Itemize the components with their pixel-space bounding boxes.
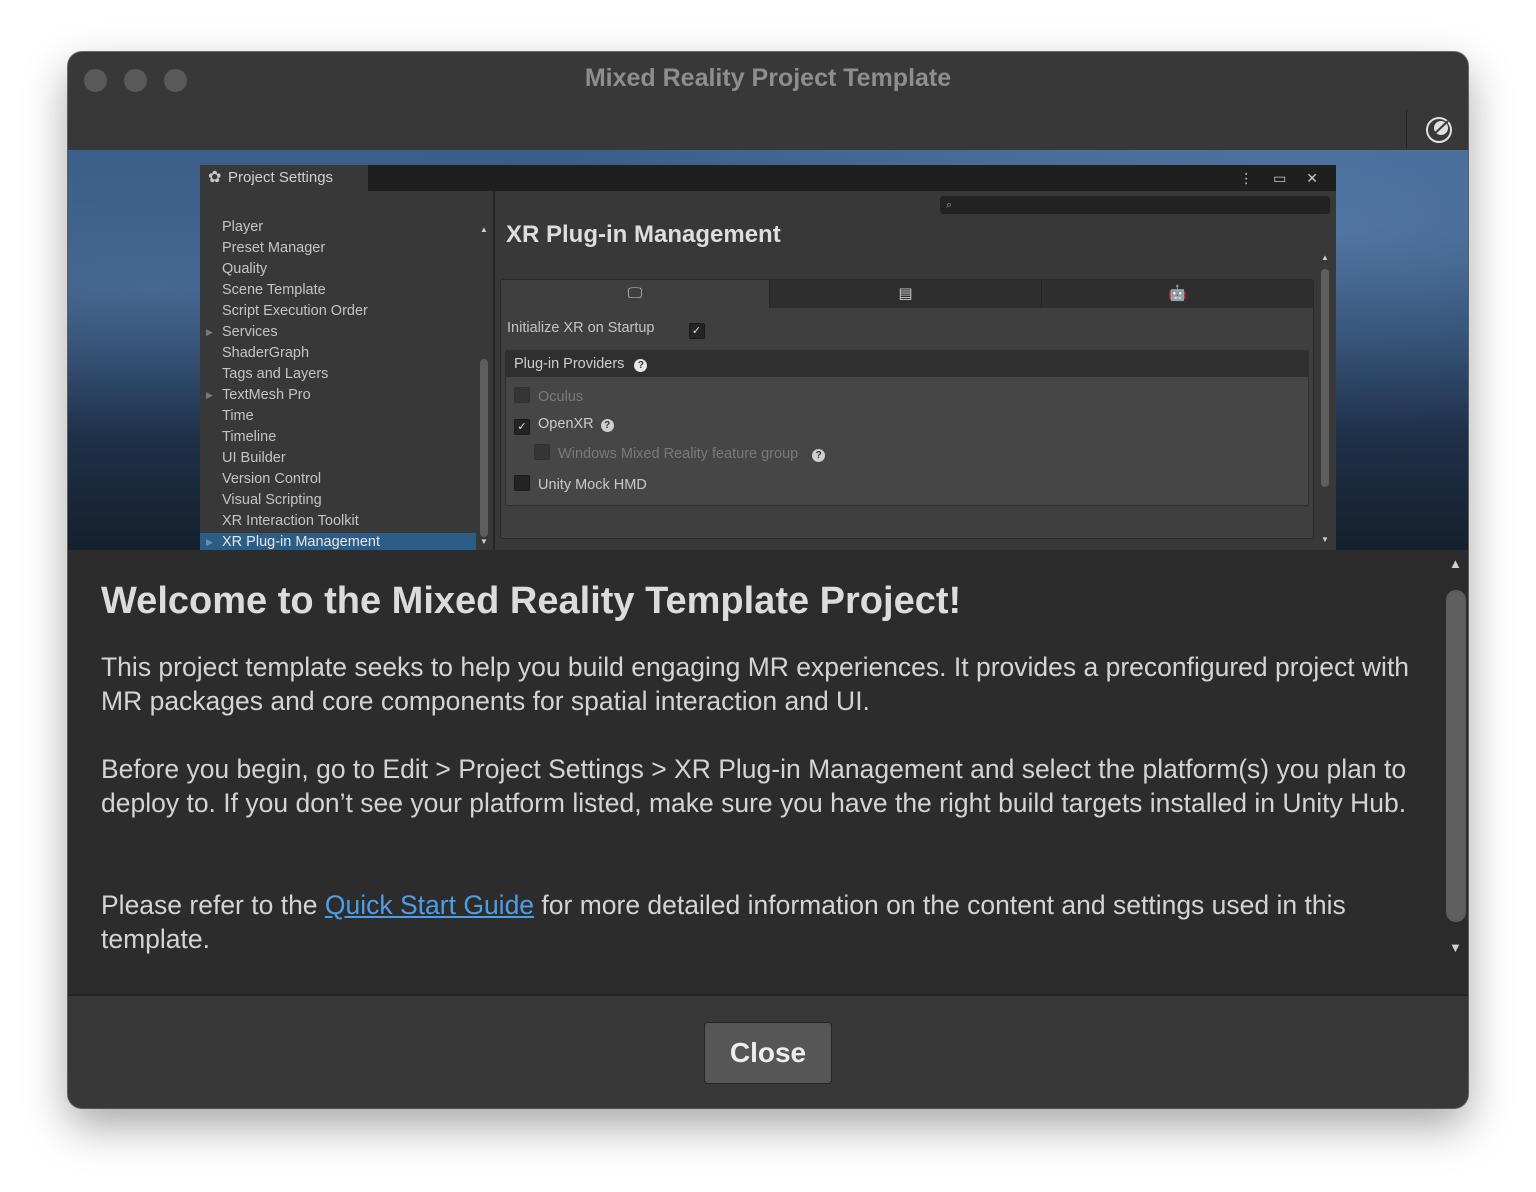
project-settings-tab-bar: ✿ Project Settings ⋮ ▭ ✕ bbox=[200, 165, 1336, 191]
dialog-footer: Close bbox=[68, 994, 1468, 1108]
initialize-xr-row: Initialize XR on Startup ✓ bbox=[507, 320, 705, 339]
oculus-label: Oculus bbox=[538, 389, 584, 405]
welcome-heading: Welcome to the Mixed Reality Template Pr… bbox=[101, 580, 962, 622]
desktop-platform-icon: 🖵 bbox=[501, 280, 770, 308]
platform-settings-panel: 🖵 ▤ 🤖 Initialize XR on Startup ✓ Plug-in… bbox=[500, 279, 1314, 539]
mock-hmd-checkbox bbox=[514, 475, 530, 491]
openxr-checkbox: ✓ bbox=[514, 419, 530, 435]
nav-scrollbar: ▲ ▼ bbox=[478, 225, 490, 550]
gear-icon: ✿ bbox=[208, 169, 222, 186]
search-icon: ⌕ bbox=[946, 199, 953, 211]
setup-paragraph: Before you begin, go to Edit > Project S… bbox=[101, 754, 1407, 818]
nav-item: Player bbox=[222, 219, 264, 235]
settings-scroll-thumb bbox=[1321, 269, 1329, 487]
scroll-down-icon: ▼ bbox=[1321, 535, 1329, 544]
plugin-providers-header: Plug-in Providers ? bbox=[506, 351, 1308, 377]
content-scroll-thumb[interactable] bbox=[1446, 590, 1466, 922]
scroll-up-icon: ▲ bbox=[1321, 253, 1329, 262]
overlay-toggle-icon[interactable] bbox=[1424, 115, 1454, 145]
windows-mr-checkbox bbox=[534, 444, 550, 460]
hero-screenshot: ✿ Project Settings ⋮ ▭ ✕ ⌕ Player Preset… bbox=[68, 150, 1468, 550]
initialize-xr-label: Initialize XR on Startup bbox=[507, 320, 655, 336]
help-icon: ? bbox=[600, 419, 614, 432]
expand-arrow-icon: ▶ bbox=[206, 390, 213, 400]
nav-item: Tags and Layers bbox=[222, 366, 329, 382]
initialize-xr-checkbox: ✓ bbox=[688, 323, 705, 339]
scroll-up-icon: ▲ bbox=[480, 225, 488, 234]
intro-paragraph: This project template seeks to help you … bbox=[101, 652, 1410, 716]
quick-start-guide-link[interactable]: Quick Start Guide bbox=[325, 890, 534, 920]
scroll-down-icon: ▼ bbox=[480, 537, 488, 546]
welcome-content: Welcome to the Mixed Reality Template Pr… bbox=[68, 550, 1468, 994]
provider-oculus: Oculus bbox=[514, 387, 583, 405]
nav-item: Version Control bbox=[222, 471, 322, 487]
settings-search-field: ⌕ bbox=[940, 196, 1330, 214]
provider-mock-hmd: Unity Mock HMD bbox=[514, 475, 647, 493]
window-controls-icon: ⋮ ▭ ✕ bbox=[1239, 170, 1326, 186]
nav-item: ShaderGraph bbox=[222, 345, 310, 361]
nav-item: Preset Manager bbox=[222, 240, 326, 256]
mock-hmd-label: Unity Mock HMD bbox=[538, 477, 647, 493]
title-bar: Mixed Reality Project Template bbox=[68, 52, 1468, 150]
nav-item: Services bbox=[222, 324, 278, 340]
guide-paragraph: Please refer to the Quick Start Guide fo… bbox=[101, 888, 1421, 956]
guide-text-before: Please refer to the bbox=[101, 890, 325, 920]
content-scrollbar[interactable]: ▲ ▼ bbox=[1444, 556, 1468, 956]
settings-heading: XR Plug-in Management bbox=[506, 221, 781, 248]
provider-windows-mr: Windows Mixed Reality feature group ? bbox=[534, 444, 826, 462]
provider-openxr: ✓ OpenXR ? bbox=[514, 416, 614, 435]
nav-item: Time bbox=[222, 408, 254, 424]
plugin-providers-label: Plug-in Providers bbox=[514, 356, 625, 372]
nav-item: Timeline bbox=[222, 429, 277, 445]
nav-item: Scene Template bbox=[222, 282, 326, 298]
project-settings-tab-label: Project Settings bbox=[228, 169, 334, 186]
close-button[interactable]: Close bbox=[704, 1022, 832, 1084]
android-platform-icon: 🤖 bbox=[1168, 285, 1187, 302]
info-icon: ? bbox=[634, 359, 648, 372]
windows-mr-label: Windows Mixed Reality feature group bbox=[558, 446, 799, 462]
expand-arrow-icon: ▶ bbox=[206, 327, 213, 337]
plugin-providers-title: Plug-in Providers ? bbox=[514, 351, 648, 377]
platform-tabs: 🖵 ▤ 🤖 bbox=[501, 280, 1313, 308]
project-settings-window: ✿ Project Settings ⋮ ▭ ✕ ⌕ Player Preset… bbox=[200, 165, 1336, 550]
settings-nav-list: Player Preset Manager Quality Scene Temp… bbox=[200, 217, 476, 550]
help-icon: ? bbox=[812, 449, 826, 462]
window-title: Mixed Reality Project Template bbox=[584, 64, 952, 92]
plugin-providers-box: Plug-in Providers ? Oculus ✓ OpenXR ? Wi… bbox=[505, 350, 1309, 506]
oculus-checkbox bbox=[514, 387, 530, 403]
settings-scrollbar: ▲ ▼ bbox=[1318, 253, 1332, 550]
template-dialog-window: Mixed Reality Project Template ✿ Project… bbox=[68, 52, 1468, 1108]
project-settings-tab: ✿ Project Settings bbox=[200, 165, 368, 191]
nav-item: XR Interaction Toolkit bbox=[222, 513, 359, 529]
scroll-down-icon[interactable]: ▼ bbox=[1449, 940, 1462, 955]
expand-arrow-icon: ▶ bbox=[206, 537, 213, 547]
scroll-up-icon[interactable]: ▲ bbox=[1449, 556, 1462, 571]
nav-item: Script Execution Order bbox=[222, 303, 368, 319]
nav-item: Quality bbox=[222, 261, 268, 277]
nav-item: Visual Scripting bbox=[222, 492, 322, 508]
nav-item: TextMesh Pro bbox=[222, 387, 311, 403]
web-platform-icon: ▤ bbox=[770, 280, 1042, 308]
titlebar-divider bbox=[1406, 110, 1407, 148]
nav-scroll-thumb bbox=[480, 359, 488, 537]
openxr-label: OpenXR bbox=[538, 416, 594, 432]
pane-divider bbox=[493, 191, 495, 550]
nav-item-selected: XR Plug-in Management bbox=[222, 534, 380, 550]
nav-item: UI Builder bbox=[222, 450, 286, 466]
